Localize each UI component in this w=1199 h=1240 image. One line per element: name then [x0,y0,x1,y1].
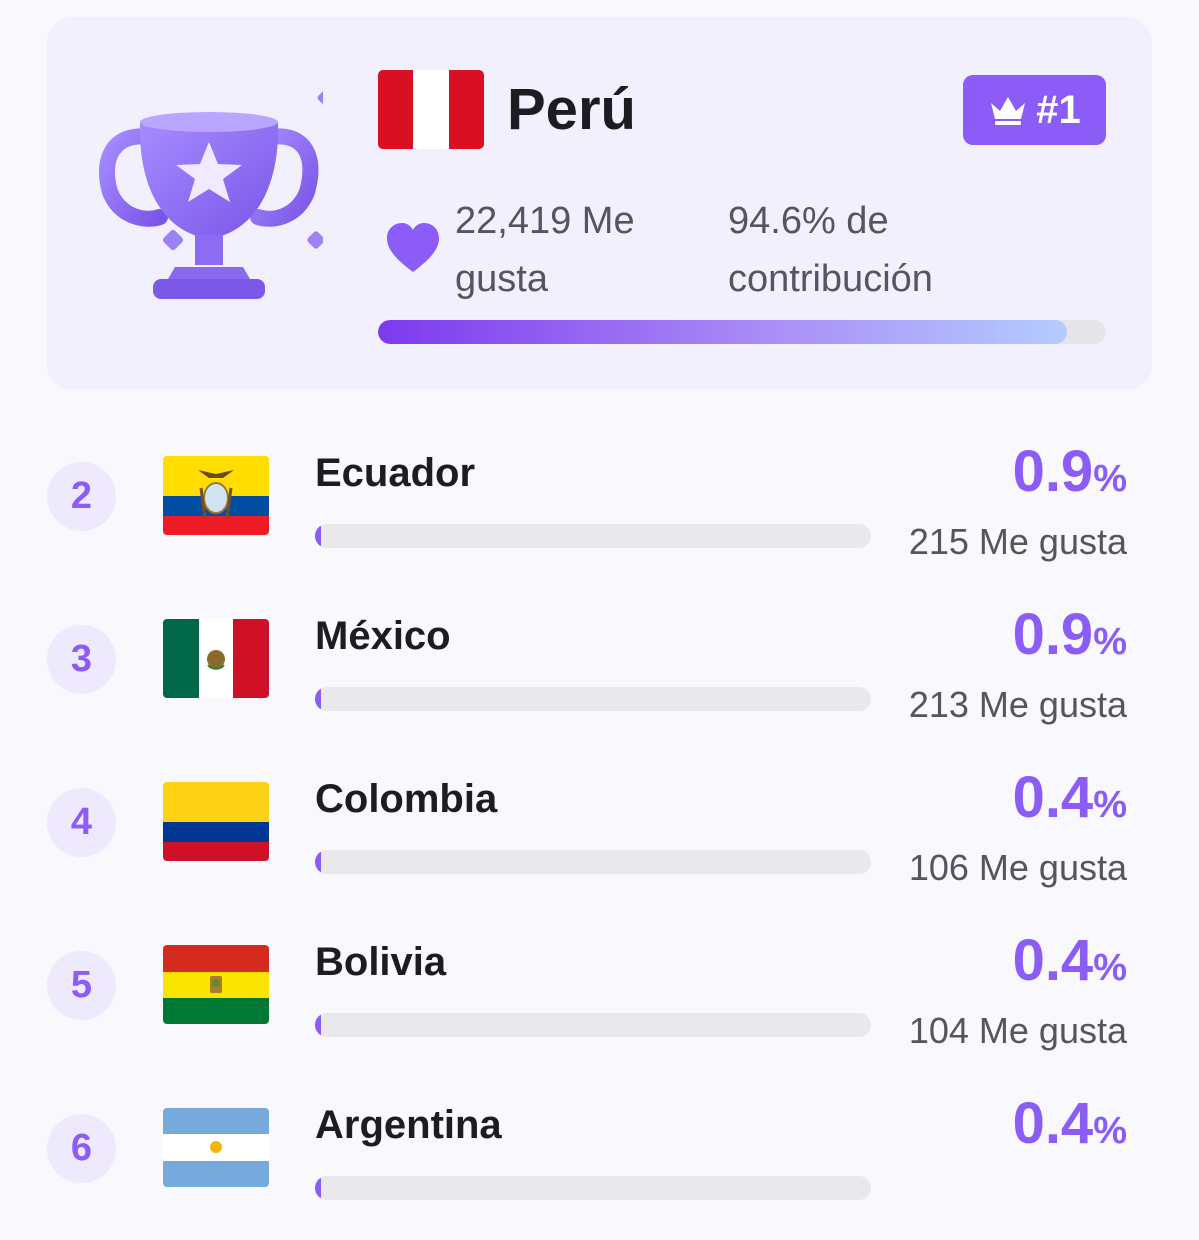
list-item[interactable]: 3 México 0.9% 213 Me gusta [0,591,1199,751]
progress-bar [315,850,871,874]
list-item[interactable]: 6 Argentina 0.4% [0,1080,1199,1240]
top-country-name: Perú [507,77,636,142]
percent-number: 0.9 [1012,602,1094,667]
rank-number: 5 [47,951,116,1020]
progress-fill [315,850,321,874]
progress-bar [315,1176,871,1200]
rank-number: 4 [47,788,116,857]
peru-flag-left-stripe [378,70,414,149]
progress-fill [315,1176,321,1200]
progress-bar [315,687,871,711]
country-name: Colombia [315,777,498,821]
progress-fill [315,524,321,548]
percent-value: 0.4% [1013,927,1127,1002]
crown-icon [991,97,1026,125]
progress-bar [315,524,871,548]
list-item[interactable]: 2 Ecuador 0.9% 215 Me gusta [0,428,1199,588]
country-name: Bolivia [315,940,447,984]
rank-number: 2 [47,462,116,531]
progress-bar [315,1013,871,1037]
trophy-icon [99,88,323,299]
top-contribution: 94.6% de contribución [728,200,933,300]
percent-value: 0.4% [1013,1090,1127,1165]
progress-fill [315,1013,321,1037]
top-country-card[interactable]: Perú #1 22,419 Me gusta 94.6% de contrib… [47,17,1152,390]
peru-flag-center-stripe [413,70,449,149]
percent-value: 0.9% [1013,438,1127,513]
argentina-flag [163,1108,269,1187]
percent-number: 0.4 [1012,765,1094,830]
top-progress-fill [378,320,1067,344]
ecuador-flag [163,456,269,535]
rank-number: 6 [47,1114,116,1183]
percent-symbol: % [1093,947,1127,989]
list-item[interactable]: 4 Colombia 0.4% 106 Me gusta [0,754,1199,914]
peru-flag [378,70,484,149]
peru-flag-right-stripe [448,70,484,149]
top-likes: 22,419 Me gusta [455,200,635,300]
bolivia-flag [163,945,269,1024]
mexico-flag [163,619,269,698]
percent-value: 0.4% [1013,764,1127,839]
country-name: Ecuador [315,451,476,495]
progress-fill [315,687,321,711]
likes-count: 215 Me gusta [908,521,1127,562]
percent-number: 0.4 [1012,1091,1094,1156]
rank-badge: #1 [963,75,1106,145]
percent-number: 0.9 [1012,439,1094,504]
rank-number: 3 [47,625,116,694]
likes-count: 106 Me gusta [908,847,1127,888]
top-progress-bar [378,320,1106,344]
percent-symbol: % [1093,1110,1127,1152]
list-item[interactable]: 5 Bolivia 0.4% 104 Me gusta [0,917,1199,1077]
percent-number: 0.4 [1012,928,1094,993]
percent-symbol: % [1093,458,1127,500]
country-name: México [315,614,451,658]
percent-symbol: % [1093,621,1127,663]
percent-value: 0.9% [1013,601,1127,676]
colombia-flag [163,782,269,861]
likes-count: 213 Me gusta [908,684,1127,725]
heart-icon [387,223,439,272]
percent-symbol: % [1093,784,1127,826]
likes-count: 104 Me gusta [908,1010,1127,1051]
rank-label: #1 [1036,87,1081,132]
